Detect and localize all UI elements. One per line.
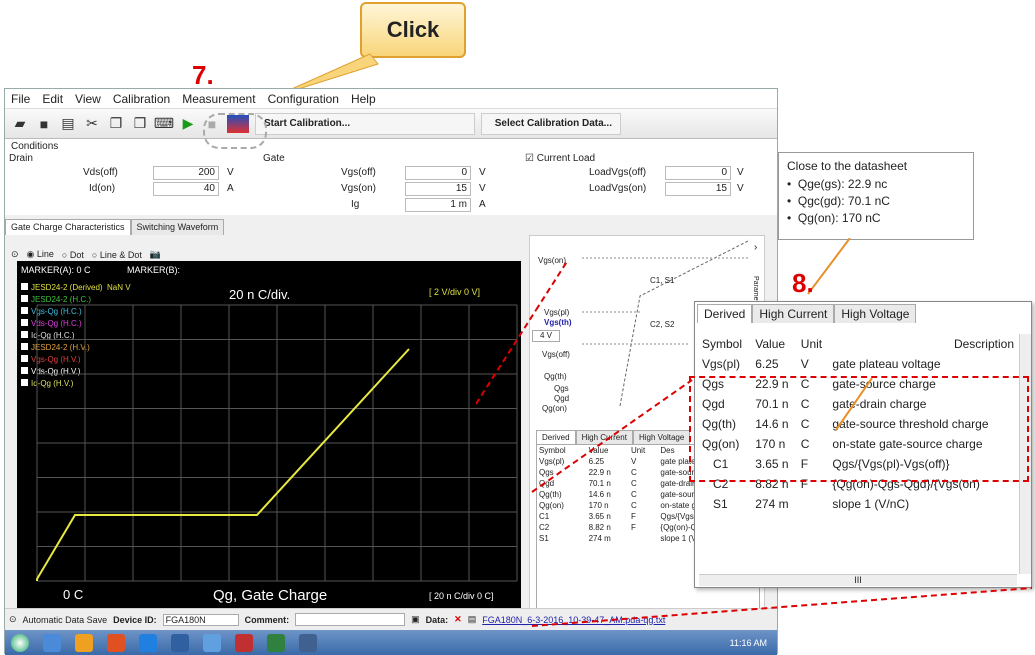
load-vgs-off-unit: V xyxy=(737,167,744,178)
camera-icon[interactable]: 📷 xyxy=(150,249,161,260)
vds-off-field[interactable]: 200 xyxy=(153,166,219,180)
note-item-3: • Qg(on): 170 nC xyxy=(787,211,881,225)
plot-canvas xyxy=(36,304,518,582)
vgs-off-label: Vgs(off) xyxy=(341,167,376,178)
app1-icon[interactable] xyxy=(171,633,189,652)
load-vgs-off-field[interactable]: 0 xyxy=(665,166,731,180)
x-origin-label: 0 C xyxy=(63,587,84,602)
menu-measurement[interactable]: Measurement xyxy=(182,92,255,106)
play-highlight xyxy=(203,113,267,149)
menu-configuration[interactable]: Configuration xyxy=(268,92,339,106)
callout-label: Click xyxy=(386,17,440,42)
line-dot-label: Line & Dot xyxy=(99,249,142,260)
note-item-1: • Qge(gs): 22.9 nc xyxy=(787,177,888,191)
x-axis-label: Qg, Gate Charge xyxy=(213,587,328,604)
gate-charge-plot: MARKER(A): 0 C MARKER(B): JESD24-2 (Deri… xyxy=(17,261,521,611)
folder-icon[interactable]: ▤ xyxy=(59,115,77,133)
copy-icon[interactable]: ❐ xyxy=(107,115,125,133)
menu-help[interactable]: Help xyxy=(351,92,376,106)
delete-icon[interactable]: ✕ xyxy=(454,614,462,625)
conditions-title[interactable]: Conditions xyxy=(11,141,58,152)
id-on-label: Id(on) xyxy=(89,183,116,194)
paste-icon[interactable]: ❒ xyxy=(131,115,149,133)
id-on-field[interactable]: 40 xyxy=(153,182,219,196)
device-id-label: Device ID: xyxy=(113,614,157,625)
vgs-on-field[interactable]: 15 xyxy=(405,182,471,196)
id-on-unit: A xyxy=(227,183,234,194)
load-vgs-on-field[interactable]: 15 xyxy=(665,182,731,196)
cut-icon[interactable]: ✂ xyxy=(83,115,101,133)
main-tabs: Gate Charge Characteristics Switching Wa… xyxy=(5,219,225,235)
clock: 11:16 AM xyxy=(729,637,767,648)
browse-icon[interactable]: ▤ xyxy=(468,614,477,625)
load-vgs-on-label: LoadVgs(on) xyxy=(589,183,647,194)
load-vgs-off-label: LoadVgs(off) xyxy=(589,167,647,178)
comment-input[interactable] xyxy=(295,613,406,626)
toolbar: ▰ ■ ▤ ✂ ❐ ❒ ⌨ ▶ ■ Start Calibration... S… xyxy=(5,109,777,139)
menu-view[interactable]: View xyxy=(75,92,101,106)
drain-label: Drain xyxy=(9,153,33,164)
vgs-on-label: Vgs(on) xyxy=(341,183,377,194)
menu-calibration[interactable]: Calibration xyxy=(113,92,170,106)
data-icon[interactable]: ▣ xyxy=(411,614,420,625)
load-vgs-on-unit: V xyxy=(737,183,744,194)
line-label: Line xyxy=(36,249,54,259)
explorer-icon[interactable] xyxy=(75,633,93,652)
auto-save-label: Automatic Data Save xyxy=(22,614,108,625)
app5-icon[interactable] xyxy=(299,633,317,652)
save-icon[interactable]: ■ xyxy=(35,115,53,133)
app2-icon[interactable] xyxy=(203,633,221,652)
tab-gate-charge[interactable]: Gate Charge Characteristics xyxy=(5,219,131,235)
ie-icon[interactable] xyxy=(43,633,61,652)
menu-edit[interactable]: Edit xyxy=(42,92,63,106)
vgs-on-unit: V xyxy=(479,183,486,194)
tab-switching-waveform[interactable]: Switching Waveform xyxy=(130,219,225,235)
plot-options: ⊙ ◉ Line ○ Dot ○ Line & Dot 📷 xyxy=(11,249,161,260)
app4-icon[interactable] xyxy=(267,633,285,652)
keyboard-icon[interactable]: ⌨ xyxy=(154,115,174,133)
media-icon[interactable] xyxy=(107,633,125,652)
dot-label: Dot xyxy=(69,249,84,260)
datasheet-note: Close to the datasheet • Qge(gs): 22.9 n… xyxy=(778,152,974,240)
vds-off-label: Vds(off) xyxy=(83,167,118,178)
vgs-off-field[interactable]: 0 xyxy=(405,166,471,180)
collapse-icon[interactable]: ⊙ xyxy=(11,249,19,260)
menu-bar: File Edit View Calibration Measurement C… xyxy=(5,89,777,109)
auto-save-toggle[interactable]: ⊙ xyxy=(9,614,17,625)
open-icon[interactable]: ▰ xyxy=(11,115,29,133)
gate-label: Gate xyxy=(263,153,285,164)
start-calibration-button[interactable]: Start Calibration... xyxy=(255,112,475,135)
step-7-label: 7. xyxy=(192,60,214,90)
comment-label: Comment: xyxy=(244,614,290,625)
note-item-3-text: Qg(on): 170 nC xyxy=(797,211,881,225)
ig-label: Ig xyxy=(351,199,360,210)
menu-file[interactable]: File xyxy=(11,92,30,106)
select-calibration-data-button[interactable]: Select Calibration Data... xyxy=(481,112,621,135)
line-dot-radio[interactable]: ○ Line & Dot xyxy=(92,250,142,260)
data-label: Data: xyxy=(425,614,449,625)
current-load-checkbox[interactable]: ☑ Current Load xyxy=(525,153,595,164)
start-icon[interactable] xyxy=(11,633,29,652)
vds-off-unit: V xyxy=(227,167,234,178)
note-title: Close to the datasheet xyxy=(787,159,908,173)
note-item-2-text: Qgc(gd): 70.1 nC xyxy=(797,194,890,208)
dot-radio[interactable]: ○ Dot xyxy=(62,250,84,260)
highlight-guides xyxy=(476,259,1033,627)
ig-unit: A xyxy=(479,199,486,210)
play-icon[interactable]: ▶ xyxy=(179,115,197,133)
taskbar: 11:16 AM xyxy=(5,630,777,655)
conditions-panel: Conditions Drain Gate ☑ Current Load Vds… xyxy=(5,139,777,215)
current-load-label: Current Load xyxy=(536,153,596,164)
app3-icon[interactable] xyxy=(235,633,253,652)
note-item-1-text: Qge(gs): 22.9 nc xyxy=(797,177,888,191)
device-id-select[interactable]: FGA180N xyxy=(162,613,239,626)
note-item-2: • Qgc(gd): 70.1 nC xyxy=(787,194,890,208)
line-radio[interactable]: ◉ Line xyxy=(27,249,54,260)
ig-field[interactable]: 1 m xyxy=(405,198,471,212)
chrome-icon[interactable] xyxy=(139,633,157,652)
vgs-off-unit: V xyxy=(479,167,486,178)
